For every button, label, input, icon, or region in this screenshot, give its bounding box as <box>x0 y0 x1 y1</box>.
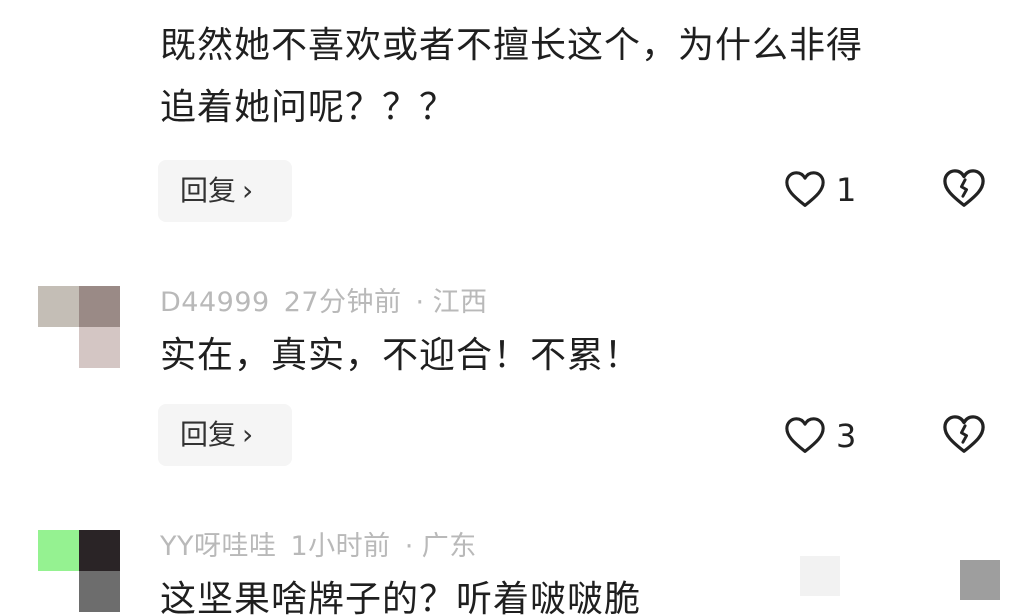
location: 广东 <box>421 531 477 562</box>
timestamp: 1小时前 <box>290 531 391 562</box>
comment-meta: D44999 27分钟前 · 江西 <box>160 280 502 319</box>
username[interactable]: D44999 <box>160 287 270 318</box>
comment-text: 这坚果啥牌子的？听着啵啵脆 <box>160 579 642 616</box>
timestamp: 27分钟前 <box>283 287 402 318</box>
avatar-tile <box>79 0 120 40</box>
broken-heart-icon <box>943 415 985 453</box>
reply-button[interactable]: 回复 › <box>158 160 292 222</box>
avatar-tile <box>79 327 120 368</box>
image-thumbnail[interactable] <box>800 556 840 596</box>
avatar-tile <box>79 571 120 612</box>
comment-meta: YY呀哇哇 1小时前 · 广东 <box>160 524 491 563</box>
like-count: 3 <box>836 417 857 455</box>
dislike-button[interactable] <box>942 414 988 460</box>
heart-outline-icon <box>785 417 825 453</box>
dislike-button[interactable] <box>942 168 988 214</box>
avatar-tile <box>79 530 120 571</box>
avatar[interactable] <box>38 530 120 612</box>
separator: · <box>404 531 414 562</box>
location: 江西 <box>432 287 488 318</box>
like-count: 1 <box>836 171 857 209</box>
comment-text: 既然她不喜欢或者不擅长这个，为什么非得 <box>160 25 864 66</box>
broken-heart-icon <box>943 169 985 207</box>
avatar-tile <box>38 0 79 40</box>
comment-text: 实在，真实，不迎合！不累！ <box>160 335 642 376</box>
avatar[interactable] <box>38 0 120 40</box>
separator: · <box>415 287 425 318</box>
reply-label: 回复 <box>180 174 237 207</box>
reply-button[interactable]: 回复 › <box>158 404 292 466</box>
avatar-tile <box>79 286 120 327</box>
reply-label: 回复 <box>180 418 237 451</box>
avatar-tile <box>38 286 79 327</box>
chevron-right-icon: › <box>242 418 254 451</box>
avatar-tile <box>38 327 79 368</box>
like-button[interactable]: 1 <box>784 166 874 216</box>
like-button[interactable]: 3 <box>784 412 874 462</box>
avatar-tile <box>38 530 79 571</box>
comment-text: 追着她问呢？？？ <box>160 87 457 128</box>
heart-outline-icon <box>785 171 825 207</box>
avatar[interactable] <box>38 286 120 368</box>
chevron-right-icon: › <box>242 174 254 207</box>
comment-list: 既然她不喜欢或者不擅长这个，为什么非得 追着她问呢？？？ 回复 › 1 D4499… <box>0 0 1018 616</box>
image-thumbnail[interactable] <box>960 560 1000 600</box>
username[interactable]: YY呀哇哇 <box>160 531 277 562</box>
avatar-tile <box>38 571 79 612</box>
